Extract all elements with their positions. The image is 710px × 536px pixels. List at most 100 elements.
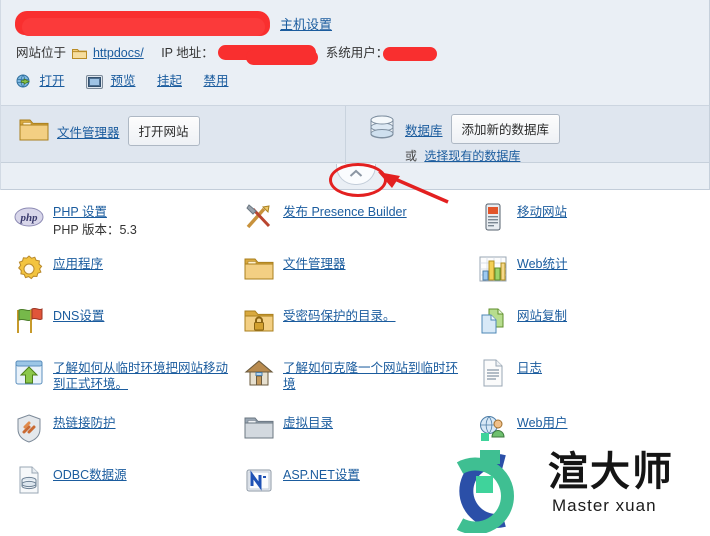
site-located-label: 网站位于: [16, 46, 67, 60]
open-site-button[interactable]: 打开网站: [127, 116, 200, 146]
tool-link[interactable]: 文件管理器: [283, 257, 346, 271]
tool-item[interactable]: 网站复制: [478, 306, 678, 336]
file-manager-link[interactable]: 文件管理器: [57, 116, 120, 141]
tool-text: 虚拟目录: [283, 413, 333, 431]
tool-item[interactable]: 日志: [478, 358, 678, 388]
tool-item[interactable]: 发布 Presence Builder: [244, 202, 469, 232]
tool-link[interactable]: 日志: [517, 361, 542, 375]
tool-text: ODBC数据源: [53, 465, 127, 483]
tool-text: 了解如何克隆一个网站到临时环境: [283, 358, 469, 392]
tool-text: 文件管理器: [283, 254, 346, 272]
annotation-arrow-icon: [378, 172, 449, 204]
tool-item[interactable]: 移动网站: [478, 202, 678, 232]
mobile-icon: [478, 202, 508, 232]
action-open[interactable]: 打开: [16, 70, 65, 92]
tool-sublabel: PHP 版本：5.3: [53, 223, 137, 237]
tool-text: 了解如何从临时环境把网站移动到正式环境。: [53, 358, 229, 392]
tool-item[interactable]: 应用程序: [14, 254, 229, 284]
folder-icon: [244, 254, 274, 284]
tool-text: Web统计: [517, 254, 567, 272]
house-icon: [244, 358, 274, 388]
tool-link[interactable]: 热链接防护: [53, 416, 116, 430]
folder-icon: [19, 116, 49, 145]
tool-link[interactable]: 了解如何从临时环境把网站移动到正式环境。: [53, 361, 228, 391]
tools-icon: [244, 202, 274, 232]
tool-item[interactable]: DNS设置: [14, 306, 229, 336]
tool-link[interactable]: Web统计: [517, 257, 567, 271]
odbc-icon: [14, 465, 44, 495]
action-suspend-label[interactable]: 挂起: [157, 74, 182, 88]
action-preview[interactable]: 预览: [85, 70, 135, 92]
site-info-row: 网站位于 httpdocs/ IP 地址： 系统用户：: [16, 42, 388, 63]
quick-actions-bar: 文件管理器 打开网站 数据库 添加新的数据库 或 选择现有的数据库: [1, 105, 709, 164]
action-open-label[interactable]: 打开: [39, 74, 64, 88]
tool-link[interactable]: 虚拟目录: [283, 416, 333, 430]
system-user-label: 系统用户：: [325, 46, 389, 60]
column-separator: [345, 106, 346, 164]
folder-lock-icon: [244, 306, 274, 336]
aspnet-icon: [244, 465, 274, 495]
watermark-subtitle: Master xuan: [552, 496, 657, 515]
database-link[interactable]: 数据库: [405, 114, 443, 139]
tool-item[interactable]: 了解如何从临时环境把网站移动到正式环境。: [14, 358, 229, 392]
watermark-title: 渲大师: [548, 450, 674, 494]
tool-text: 应用程序: [53, 254, 103, 272]
tool-item[interactable]: 了解如何克隆一个网站到临时环境: [244, 358, 469, 392]
action-disable-label[interactable]: 禁用: [203, 74, 228, 88]
select-existing-database-link[interactable]: 选择现有的数据库: [424, 149, 520, 163]
tool-link[interactable]: 受密码保护的目录。: [283, 309, 396, 323]
tool-item[interactable]: 受密码保护的目录。: [244, 306, 469, 336]
tool-link[interactable]: 发布 Presence Builder: [283, 205, 407, 219]
redaction-domain-extra: [22, 18, 265, 36]
tool-text: 受密码保护的目录。: [283, 306, 396, 324]
copy-site-icon: [478, 306, 508, 336]
tool-text: ASP.NET设置: [283, 465, 360, 483]
log-doc-icon: [478, 358, 508, 388]
action-disable[interactable]: 禁用: [203, 70, 228, 89]
tool-item[interactable]: 虚拟目录: [244, 413, 469, 443]
chart-icon: [478, 254, 508, 284]
tool-link[interactable]: PHP 设置: [53, 205, 107, 219]
tool-item[interactable]: ASP.NET设置: [244, 465, 469, 495]
shield-link-icon: [14, 413, 44, 443]
tool-link[interactable]: ODBC数据源: [53, 468, 127, 482]
action-suspend[interactable]: 挂起: [157, 70, 182, 89]
tool-item[interactable]: ODBC数据源: [14, 465, 229, 495]
web-users-icon: [478, 413, 508, 443]
preview-icon: [85, 75, 103, 92]
database-group: 数据库 添加新的数据库 或 选择现有的数据库: [367, 114, 561, 164]
tool-text: Web用户: [517, 413, 567, 431]
globe-arrow-icon: [16, 73, 32, 92]
tool-link[interactable]: 网站复制: [517, 309, 567, 323]
watermark-logo-icon: [456, 450, 514, 535]
tool-item[interactable]: php PHP 设置 PHP 版本：5.3: [14, 202, 229, 238]
ip-address-label: IP 地址：: [161, 46, 214, 60]
tool-link[interactable]: DNS设置: [53, 309, 104, 323]
add-database-button[interactable]: 添加新的数据库: [450, 114, 561, 144]
tool-item[interactable]: 热链接防护: [14, 413, 229, 443]
dns-flags-icon: [14, 306, 44, 336]
tool-item[interactable]: Web统计: [478, 254, 678, 284]
tool-link[interactable]: 应用程序: [53, 257, 103, 271]
upload-window-icon: [14, 358, 44, 388]
tool-link[interactable]: Web用户: [517, 416, 567, 430]
tool-text: 移动网站: [517, 202, 567, 220]
tool-text: 网站复制: [517, 306, 567, 324]
php-icon: php: [14, 202, 44, 232]
tool-item[interactable]: 文件管理器: [244, 254, 469, 284]
database-sub-row: 或 选择现有的数据库: [405, 147, 560, 164]
gear-icon: [14, 254, 44, 284]
file-manager-group: 文件管理器 打开网站: [19, 116, 200, 146]
docroot-link[interactable]: httpdocs/: [93, 46, 144, 60]
tool-link[interactable]: 移动网站: [517, 205, 567, 219]
redaction-ip-extra: [246, 50, 318, 65]
tool-item[interactable]: Web用户: [478, 413, 678, 443]
host-settings-link[interactable]: 主机设置: [280, 14, 332, 33]
watermark: 渲大师 Master xuan: [452, 450, 710, 535]
tool-link[interactable]: 了解如何克隆一个网站到临时环境: [283, 361, 458, 391]
tool-text: PHP 设置 PHP 版本：5.3: [53, 202, 137, 238]
folder-icon: [71, 47, 87, 63]
tool-link[interactable]: ASP.NET设置: [283, 468, 360, 482]
database-icon: [367, 114, 397, 147]
action-preview-label[interactable]: 预览: [110, 74, 135, 88]
